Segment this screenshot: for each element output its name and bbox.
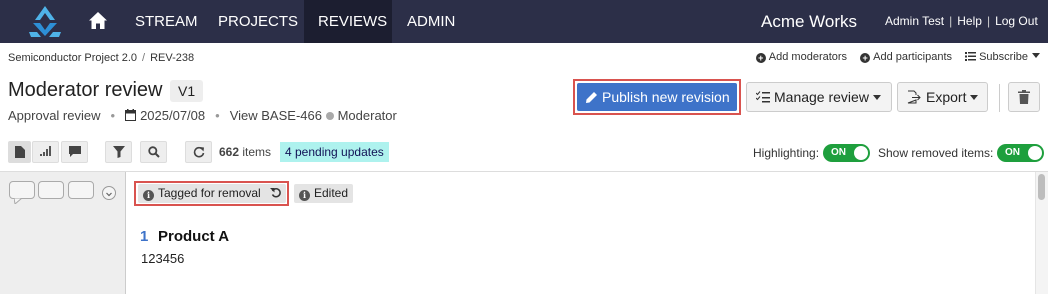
- document-icon: [14, 146, 25, 158]
- filter-button[interactable]: [105, 141, 132, 163]
- page-title: Moderator review: [8, 79, 163, 101]
- bullet: •: [215, 108, 220, 123]
- review-date: 2025/07/08: [140, 108, 206, 123]
- add-participants-label: Add participants: [873, 51, 953, 63]
- help-link[interactable]: Help: [957, 14, 982, 28]
- comment-bubble-icon[interactable]: [68, 181, 94, 199]
- refresh-icon: [193, 146, 204, 158]
- nav-projects[interactable]: PROJECTS: [204, 0, 312, 43]
- delete-button[interactable]: [1008, 82, 1040, 112]
- edited-badge[interactable]: i Edited: [294, 184, 354, 203]
- chevron-down-icon: [1032, 53, 1040, 58]
- tagged-for-removal-badge[interactable]: i Tagged for removal: [138, 184, 287, 203]
- search-icon: [147, 146, 160, 158]
- export-icon: [907, 90, 921, 104]
- trash-icon: [1018, 90, 1030, 104]
- comment-bubble-icon[interactable]: [38, 181, 64, 199]
- pencil-icon: [586, 92, 597, 103]
- user-name-link[interactable]: Admin Test: [885, 14, 944, 28]
- chevron-down-icon: [970, 95, 979, 100]
- chevron-down-icon: [106, 192, 112, 197]
- nav-admin[interactable]: ADMIN: [393, 0, 469, 43]
- item-count: 662 items: [219, 145, 271, 159]
- show-removed-toggle[interactable]: ON: [997, 144, 1044, 162]
- item-value: 123456: [141, 251, 185, 266]
- publish-label: Publish new revision: [602, 89, 730, 105]
- app-logo-icon[interactable]: [27, 4, 63, 38]
- divider: [999, 84, 1000, 112]
- subscribe-dropdown[interactable]: Subscribe: [965, 51, 1040, 63]
- nav-reviews[interactable]: REVIEWS: [304, 0, 392, 43]
- user-links: Admin Test | Help | Log Out: [885, 0, 1038, 43]
- breadcrumb-separator: /: [142, 52, 146, 64]
- document-view-button[interactable]: [8, 141, 31, 163]
- signal-bars-icon: [39, 146, 51, 156]
- show-removed-label: Show removed items:: [878, 146, 994, 160]
- review-meta: Approval review • 2025/07/08 • View BASE-466…: [8, 108, 397, 123]
- user-role: Moderator: [337, 108, 397, 123]
- scrollbar-thumb[interactable]: [1038, 174, 1045, 200]
- breadcrumb-project[interactable]: Semiconductor Project 2.0: [8, 52, 137, 64]
- toggle-state: ON: [831, 147, 846, 158]
- publish-new-revision-button[interactable]: Publish new revision: [577, 83, 737, 111]
- comments-view-button[interactable]: [61, 141, 88, 163]
- pending-updates-badge[interactable]: 4 pending updates: [280, 142, 389, 162]
- logout-link[interactable]: Log Out: [995, 14, 1038, 28]
- chart-view-button[interactable]: [32, 141, 59, 163]
- item-title: Product A: [158, 228, 230, 245]
- top-navbar: STREAM PROJECTS REVIEWS ADMIN Acme Works…: [0, 0, 1048, 43]
- plus-icon: +: [860, 53, 871, 63]
- brand-name: Acme Works: [761, 12, 858, 31]
- expand-toggle[interactable]: [102, 186, 116, 200]
- search-button[interactable]: [140, 141, 167, 163]
- bullet: •: [110, 108, 116, 123]
- checklist-icon: [755, 91, 770, 103]
- item-count-value: 662: [219, 145, 240, 159]
- header-actions: + Add moderators + Add participants Subscr…: [746, 51, 1040, 63]
- refresh-button[interactable]: [185, 141, 212, 163]
- home-icon[interactable]: [88, 11, 108, 31]
- manage-review-button[interactable]: Manage review: [746, 82, 892, 112]
- section-divider: [0, 171, 1048, 172]
- plus-icon: +: [755, 53, 766, 63]
- filter-icon: [112, 146, 125, 158]
- add-moderators-link[interactable]: + Add moderators: [755, 51, 848, 63]
- chevron-down-icon: [872, 95, 881, 100]
- item-count-label: items: [242, 145, 272, 159]
- toggle-knob: [1028, 146, 1042, 160]
- export-label: Export: [926, 89, 967, 105]
- add-participants-link[interactable]: + Add participants: [860, 51, 952, 63]
- manage-review-label: Manage review: [774, 89, 869, 105]
- highlighting-toggle[interactable]: ON: [823, 144, 870, 162]
- calendar-icon: [125, 109, 137, 121]
- tag-label: Tagged for removal: [158, 186, 261, 200]
- review-type: Approval review: [8, 108, 101, 123]
- nav-stream[interactable]: STREAM: [121, 0, 212, 43]
- info-icon: i: [143, 190, 154, 201]
- breadcrumb: Semiconductor Project 2.0 / REV-238: [8, 52, 194, 64]
- comment-bubble-icon[interactable]: [9, 181, 35, 199]
- bubble-tail-icon: [14, 198, 23, 204]
- add-moderators-label: Add moderators: [768, 51, 848, 63]
- highlighting-label: Highlighting:: [753, 146, 820, 160]
- toggle-knob: [854, 146, 868, 160]
- undo-icon[interactable]: [270, 187, 281, 198]
- separator: |: [986, 14, 991, 28]
- item-number: 1: [140, 228, 149, 245]
- breadcrumb-review[interactable]: REV-238: [150, 52, 194, 64]
- toggle-state: ON: [1005, 147, 1020, 158]
- version-badge: V1: [170, 80, 204, 102]
- status-dot: [325, 112, 334, 120]
- info-icon: i: [299, 190, 310, 201]
- view-base-link[interactable]: View BASE-466: [230, 108, 322, 123]
- subscribe-label: Subscribe: [979, 51, 1028, 63]
- tag-label: Edited: [314, 186, 349, 200]
- separator: |: [949, 14, 953, 28]
- list-icon: [965, 52, 977, 61]
- export-button[interactable]: Export: [897, 82, 988, 112]
- comment-icon: [68, 146, 81, 157]
